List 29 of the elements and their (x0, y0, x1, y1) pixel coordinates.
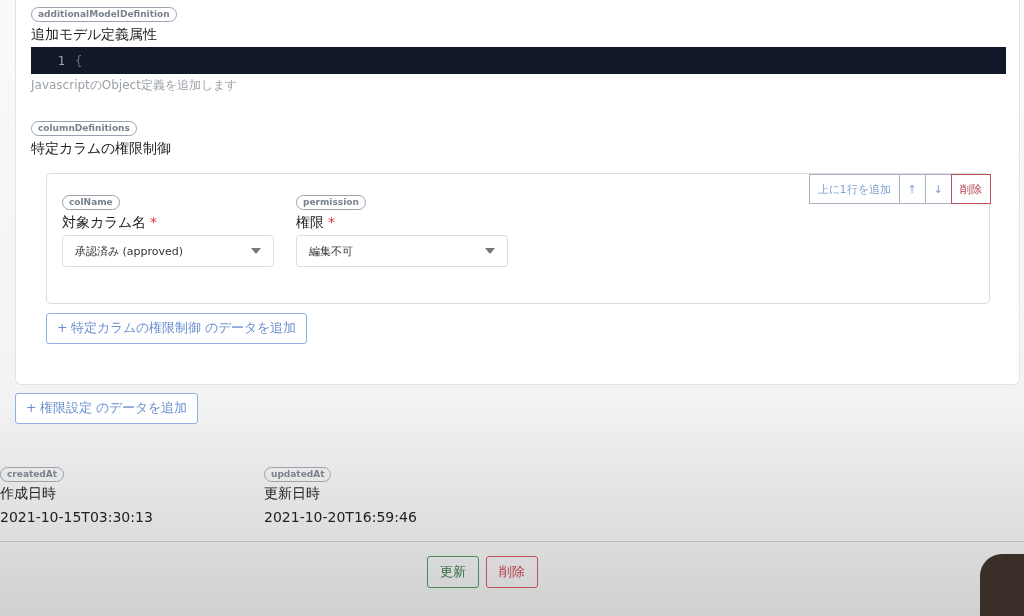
field-label: 対象カラム名 * (62, 213, 158, 231)
row-action-button[interactable]: ↓ (924, 174, 952, 204)
select-value: 編集不可 (309, 243, 353, 259)
row-action-button[interactable]: ↑ (898, 174, 926, 204)
delete-row-button[interactable]: 削除 (951, 174, 991, 204)
field-label: 特定カラムの権限制御 (31, 139, 172, 157)
select-field[interactable]: 承認済み (approved) (62, 235, 274, 267)
code-text: { (75, 53, 83, 68)
required-mark: * (328, 214, 335, 230)
caret-icon (251, 248, 261, 254)
row-action-button[interactable]: 上に1行を追加 (808, 174, 900, 204)
add-data-button[interactable]: + 特定カラムの権限制御 のデータを追加 (46, 313, 308, 344)
line-number: 1 (56, 53, 65, 68)
delete-button[interactable]: 削除 (485, 556, 538, 588)
field-label: 更新日時 (264, 485, 321, 503)
caret-icon (485, 248, 495, 254)
help-text: JavascriptのObject定義を追加します (31, 77, 238, 94)
select-field[interactable]: 編集不可 (296, 235, 508, 267)
field-label: 権限 * (296, 213, 336, 231)
update-button[interactable]: 更新 (426, 556, 479, 588)
video-placeholder (980, 554, 1024, 616)
add-data-button[interactable]: + 権限設定 のデータを追加 (15, 393, 199, 424)
select-value: 承認済み (approved) (75, 243, 184, 259)
timestamp-text: 2021-10-20T16:59:46 (264, 509, 418, 525)
field-label: 追加モデル定義属性 (31, 25, 158, 43)
field-label: 作成日時 (0, 485, 57, 503)
timestamp-text: 2021-10-15T03:30:13 (0, 509, 154, 525)
required-mark: * (150, 214, 157, 230)
code-editor[interactable]: 1 { (31, 47, 1006, 74)
